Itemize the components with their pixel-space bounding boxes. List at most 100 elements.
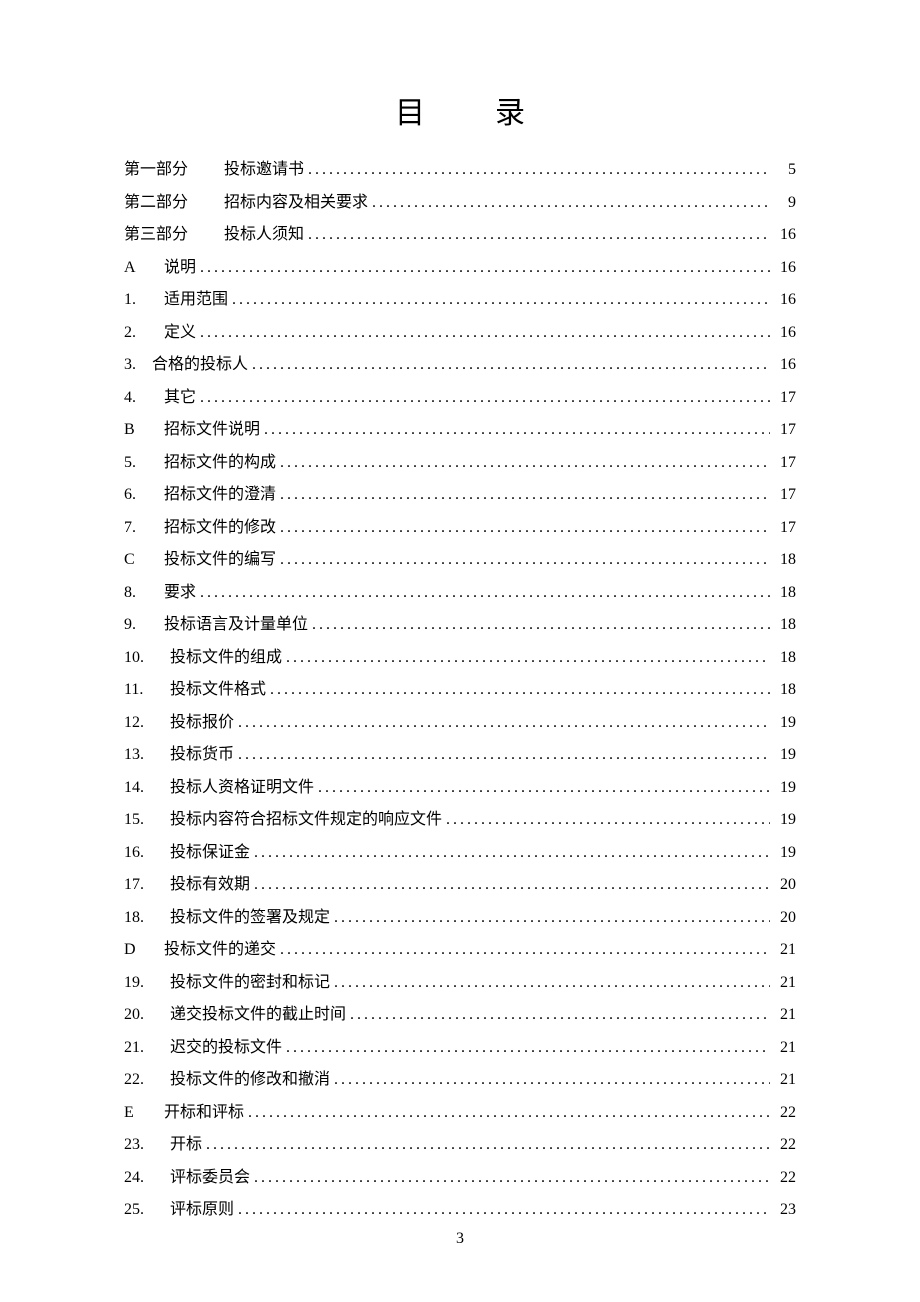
toc-entry-title: 开标 [170, 1137, 202, 1153]
toc-entry: 25.评标原则 23 [124, 1202, 796, 1218]
toc-entry: 第三部分投标人须知16 [124, 227, 796, 243]
toc-leader-dots [334, 910, 770, 926]
toc-entry: 第一部分投标邀请书5 [124, 162, 796, 178]
toc-entry: 16.投标保证金19 [124, 845, 796, 861]
toc-entry-label: 13. [124, 747, 170, 763]
toc-entry-title: 投标文件的编写 [164, 552, 276, 568]
toc-entry-title: 投标文件格式 [170, 682, 266, 698]
toc-entry-title: 招标文件的澄清 [164, 487, 276, 503]
toc-entry: 7.招标文件的修改17 [124, 520, 796, 536]
toc-entry-title: 投标报价 [170, 715, 234, 731]
toc-entry: 3.合格的投标人16 [124, 357, 796, 373]
toc-leader-dots [270, 682, 770, 698]
toc-entry: 13.投标货币19 [124, 747, 796, 763]
toc-entry-label: 2. [124, 325, 164, 341]
toc-leader-dots [318, 780, 770, 796]
toc-leader-dots [200, 325, 770, 341]
toc-entry: D投标文件的递交21 [124, 942, 796, 958]
toc-leader-dots [280, 942, 770, 958]
toc-entry-label: 第二部分 [124, 195, 224, 211]
toc-entry: 8.要求18 [124, 585, 796, 601]
toc-leader-dots [280, 455, 770, 471]
toc-entry: 17.投标有效期20 [124, 877, 796, 893]
toc-leader-dots [238, 1202, 770, 1218]
toc-entry-title: 投标文件的递交 [164, 942, 276, 958]
toc-entry-label: 16. [124, 845, 170, 861]
toc-entry-title: 定义 [164, 325, 196, 341]
toc-entry-label: 10. [124, 650, 170, 666]
toc-entry-title: 迟交的投标文件 [170, 1040, 282, 1056]
toc-entry: 19.投标文件的密封和标记21 [124, 975, 796, 991]
toc-entry-page: 22 [774, 1105, 796, 1121]
toc-entry-title: 评标原则 [170, 1202, 234, 1218]
toc-entry-title: 投标邀请书 [224, 162, 304, 178]
toc-entry-title: 投标有效期 [170, 877, 250, 893]
toc-entry-label: 7. [124, 520, 164, 536]
toc-entry-label: 8. [124, 585, 164, 601]
toc-entry-title: 招标文件说明 [164, 422, 260, 438]
toc-leader-dots [286, 650, 770, 666]
toc-leader-dots [232, 292, 770, 308]
toc-entry: 6.招标文件的澄清 17 [124, 487, 796, 503]
toc-entry-label: 21. [124, 1040, 170, 1056]
toc-entry-page: 20 [774, 877, 796, 893]
toc-entry-page: 16 [774, 292, 796, 308]
toc-entry-label: 3. [124, 357, 152, 373]
toc-entry-page: 19 [774, 845, 796, 861]
toc-entry: 21.迟交的投标文件 21 [124, 1040, 796, 1056]
toc-entry: 2.定义16 [124, 325, 796, 341]
toc-entry-page: 21 [774, 1007, 796, 1023]
toc-entry-label: E [124, 1105, 164, 1121]
toc-entry: E开标和评标 22 [124, 1105, 796, 1121]
toc-entry-label: 20. [124, 1007, 170, 1023]
toc-leader-dots [206, 1137, 770, 1153]
toc-entry-page: 16 [774, 227, 796, 243]
toc-entry: 1.适用范围16 [124, 292, 796, 308]
toc-entry-title: 投标内容符合招标文件规定的响应文件 [170, 812, 442, 828]
toc-entry-label: 11. [124, 682, 170, 698]
toc-entry-label: 5. [124, 455, 164, 471]
toc-entry-title: 开标和评标 [164, 1105, 244, 1121]
toc-entry-page: 17 [774, 520, 796, 536]
toc-leader-dots [238, 715, 770, 731]
toc-entry: 15.投标内容符合招标文件规定的响应文件19 [124, 812, 796, 828]
toc-leader-dots [334, 975, 770, 991]
toc-leader-dots [280, 552, 770, 568]
toc-entry-label: 6. [124, 487, 164, 503]
page-title: 目录 [124, 88, 796, 132]
toc-entry-label: 12. [124, 715, 170, 731]
toc-entry-label: 24. [124, 1170, 170, 1186]
toc-entry: C投标文件的编写 18 [124, 552, 796, 568]
toc-entry-page: 21 [774, 975, 796, 991]
toc-entry-page: 16 [774, 260, 796, 276]
toc-entry-label: 19. [124, 975, 170, 991]
toc-entry-page: 17 [774, 390, 796, 406]
toc-entry-page: 17 [774, 422, 796, 438]
toc-entry-page: 17 [774, 487, 796, 503]
toc-entry: 5.招标文件的构成17 [124, 455, 796, 471]
toc-leader-dots [350, 1007, 770, 1023]
toc-entry-page: 21 [774, 1040, 796, 1056]
toc-entry: 22.投标文件的修改和撤消21 [124, 1072, 796, 1088]
toc-entry-label: B [124, 422, 164, 438]
table-of-contents: 第一部分投标邀请书5第二部分招标内容及相关要求9第三部分投标人须知16A说明16… [124, 162, 796, 1218]
toc-entry-label: 9. [124, 617, 164, 633]
toc-entry-label: 25. [124, 1202, 170, 1218]
toc-entry: 14.投标人资格证明文件19 [124, 780, 796, 796]
toc-leader-dots [334, 1072, 770, 1088]
toc-entry-page: 22 [774, 1170, 796, 1186]
toc-entry-title: 投标货币 [170, 747, 234, 763]
toc-entry-label: C [124, 552, 164, 568]
toc-leader-dots [372, 195, 770, 211]
toc-entry: B招标文件说明 17 [124, 422, 796, 438]
toc-entry-label: A [124, 260, 164, 276]
toc-entry-label: 14. [124, 780, 170, 796]
toc-leader-dots [238, 747, 770, 763]
toc-entry-page: 23 [774, 1202, 796, 1218]
toc-entry-title: 评标委员会 [170, 1170, 250, 1186]
toc-entry-page: 18 [774, 552, 796, 568]
toc-leader-dots [280, 487, 770, 503]
toc-entry-page: 18 [774, 650, 796, 666]
toc-entry-title: 投标文件的签署及规定 [170, 910, 330, 926]
toc-entry-label: 1. [124, 292, 164, 308]
